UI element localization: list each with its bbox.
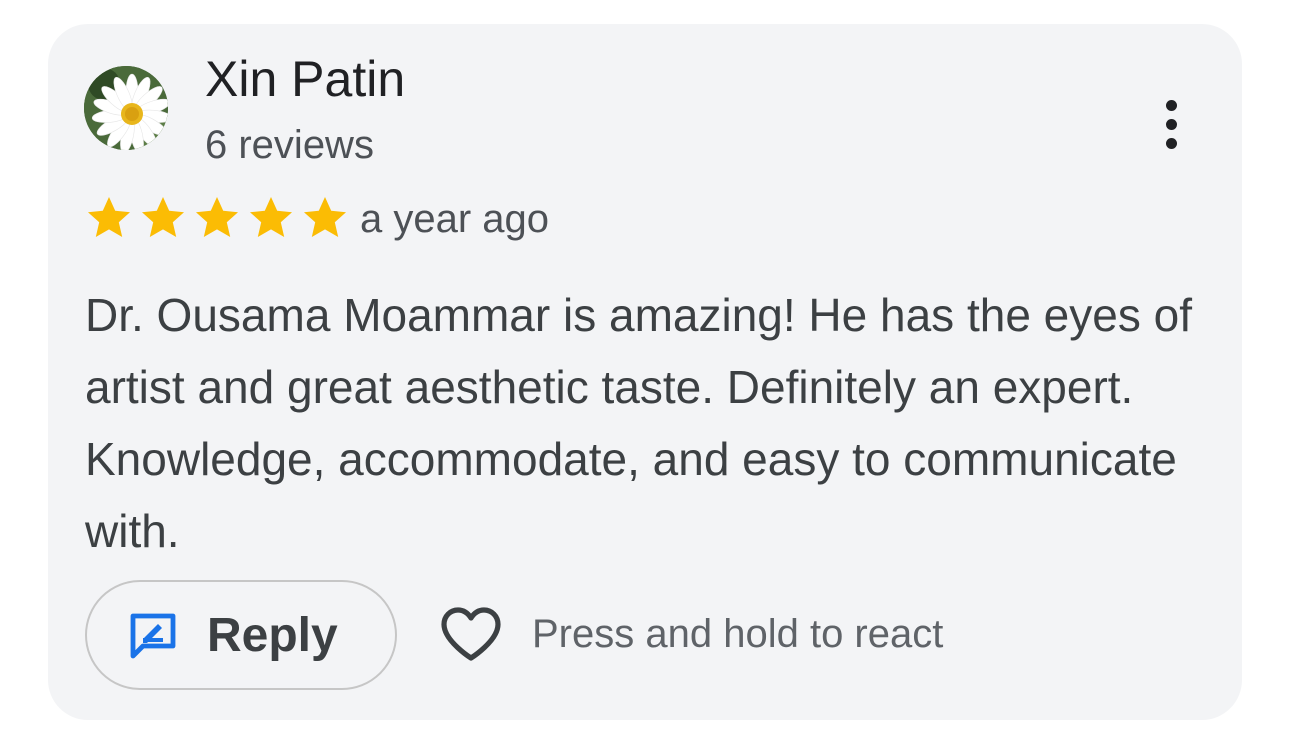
star-icon — [88, 197, 130, 237]
star-icon — [196, 197, 238, 237]
review-card: Xin Patin 6 reviews a year ago Dr. Ousam… — [48, 24, 1242, 720]
reply-label: Reply — [207, 608, 338, 662]
author-name[interactable]: Xin Patin — [205, 52, 405, 107]
review-text: Dr. Ousama Moammar is amazing! He has th… — [85, 289, 1192, 557]
more-vertical-icon — [1165, 99, 1177, 111]
react-label: Press and hold to react — [532, 611, 944, 656]
review-timestamp: a year ago — [360, 197, 550, 241]
reply-edit-icon — [130, 613, 176, 659]
star-icon — [304, 197, 346, 237]
star-icon — [250, 197, 292, 237]
reply-button[interactable]: Reply — [85, 580, 397, 690]
star-icon — [142, 197, 184, 237]
more-vertical-icon-dot — [1165, 137, 1177, 149]
react-button[interactable]: Press and hold to react — [440, 606, 943, 662]
author-avatar[interactable] — [84, 66, 168, 150]
more-vertical-icon-dot — [1165, 118, 1177, 130]
author-review-count[interactable]: 6 reviews — [205, 123, 374, 167]
star-rating — [85, 195, 349, 241]
heart-outline-icon — [441, 607, 501, 661]
daisy-avatar-image — [84, 66, 168, 150]
more-options-button[interactable] — [1146, 92, 1196, 156]
